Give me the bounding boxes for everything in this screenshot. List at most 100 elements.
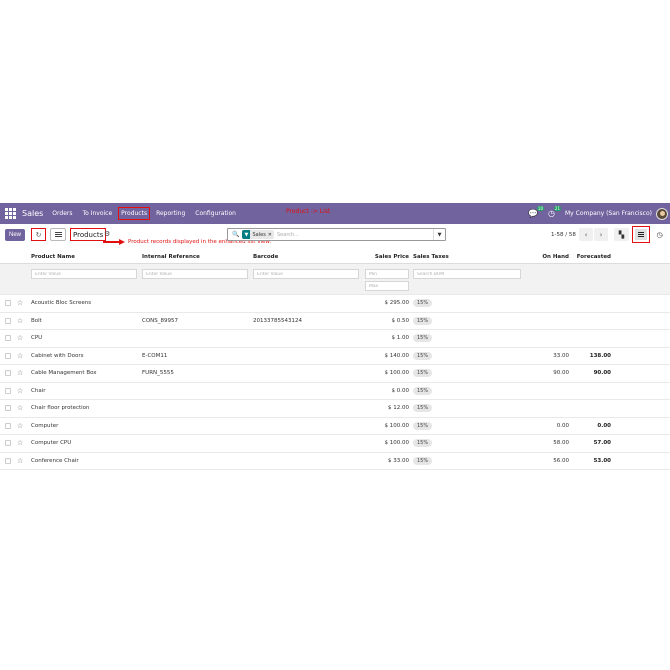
menu-orders[interactable]: Orders — [51, 208, 73, 219]
search-input[interactable] — [277, 231, 397, 238]
col-internal-reference[interactable]: Internal Reference — [142, 250, 200, 263]
cell-forecasted: 90.00 — [593, 370, 611, 377]
caret-down-icon[interactable]: ▼ — [433, 229, 445, 240]
facet-label: Sales — [252, 231, 266, 238]
cell-on-hand — [523, 400, 569, 417]
col-barcode[interactable]: Barcode — [253, 250, 278, 263]
row-checkbox[interactable] — [5, 422, 11, 429]
menu-configuration[interactable]: Configuration — [194, 208, 237, 219]
cell-forecasted — [581, 383, 611, 400]
cell-forecasted: 57.00 — [593, 440, 611, 447]
reload-icon[interactable]: ↻ — [31, 228, 46, 241]
table-row[interactable]: ☆ Computer CPU $ 100.00 15% 58.00 57.00 — [0, 435, 670, 453]
table-row[interactable]: ☆ Computer $ 100.00 15% 0.00 0.00 — [0, 418, 670, 435]
cell-sales-taxes: 15% — [413, 453, 433, 470]
cell-on-hand — [523, 330, 569, 347]
activity-clock-icon[interactable]: ◷ — [652, 228, 667, 241]
close-icon[interactable]: ✕ — [268, 232, 274, 238]
star-icon[interactable]: ☆ — [17, 352, 23, 360]
kanban-icon[interactable]: ▚ — [614, 228, 629, 241]
cell-on-hand: 0.00 — [556, 422, 569, 429]
table-row[interactable]: ☆ Chair $ 0.00 15% — [0, 383, 670, 400]
control-panel: New ↻ Products ⚙ Product records display… — [0, 224, 670, 246]
cell-sales-price: $ 100.00 — [384, 422, 410, 429]
star-icon[interactable]: ☆ — [17, 422, 23, 430]
cell-forecasted — [581, 400, 611, 417]
row-checkbox[interactable] — [5, 300, 11, 307]
table-row[interactable]: ☆ Chair floor protection $ 12.00 15% — [0, 400, 670, 418]
col-on-hand[interactable]: On Hand — [523, 250, 569, 263]
filter-name-input[interactable] — [31, 269, 137, 279]
row-checkbox[interactable] — [5, 457, 11, 464]
table-row[interactable]: ☆ CPU $ 1.00 15% — [0, 330, 670, 348]
apps-grid-icon[interactable] — [5, 207, 17, 220]
list-icon[interactable] — [50, 228, 66, 241]
row-checkbox[interactable] — [5, 352, 11, 359]
app-brand[interactable]: Sales — [22, 209, 43, 218]
tax-badge: 15% — [413, 404, 433, 413]
cell-on-hand — [523, 383, 569, 400]
table-row[interactable]: ☆ Acoustic Bloc Screens $ 295.00 15% — [0, 295, 670, 313]
row-checkbox[interactable] — [5, 317, 11, 324]
menu-products[interactable]: Products — [118, 207, 151, 220]
cell-sales-price: $ 0.00 — [391, 387, 410, 394]
pager-value[interactable]: 1-58 / 58 — [551, 232, 576, 238]
star-icon[interactable]: ☆ — [17, 334, 23, 342]
star-icon[interactable]: ☆ — [17, 369, 23, 377]
cell-on-hand: 33.00 — [553, 352, 569, 359]
star-icon[interactable]: ☆ — [17, 317, 23, 325]
row-checkbox[interactable] — [5, 387, 11, 394]
gear-icon[interactable]: ⚙ — [104, 230, 110, 238]
chevron-left-icon[interactable]: ‹ — [579, 228, 593, 241]
star-icon[interactable]: ☆ — [17, 439, 23, 447]
row-checkbox[interactable] — [5, 335, 11, 342]
filter-ref-input[interactable] — [142, 269, 248, 279]
star-icon[interactable]: ☆ — [17, 299, 23, 307]
table-row[interactable]: ☆ Bolt CONS_89957 20133785543124 $ 0.50 15% — [0, 313, 670, 330]
company-switcher[interactable]: My Company (San Francisco) — [565, 210, 652, 217]
tax-badge: 15% — [413, 351, 433, 360]
chat-icon[interactable]: 💬 10 — [528, 206, 545, 218]
filter-barcode-input[interactable] — [253, 269, 359, 279]
col-product-name[interactable]: Product Name — [31, 250, 75, 263]
table-row[interactable]: ☆ Conference Chair $ 33.00 15% 56.00 53.00 — [0, 453, 670, 470]
list-view-icon[interactable] — [632, 226, 650, 243]
cell-sales-taxes: 15% — [413, 348, 433, 365]
top-navbar: Sales Orders To Invoice Products Reporti… — [0, 203, 670, 224]
star-icon[interactable]: ☆ — [17, 387, 23, 395]
col-sales-taxes[interactable]: Sales Taxes — [413, 250, 449, 263]
col-sales-price[interactable]: Sales Price — [359, 250, 409, 263]
filter-taxes-input[interactable] — [413, 269, 521, 279]
cell-forecasted — [581, 295, 611, 312]
row-checkbox[interactable] — [5, 440, 11, 447]
chevron-right-icon[interactable]: › — [594, 228, 608, 241]
cell-forecasted — [581, 330, 611, 347]
new-button[interactable]: New — [5, 229, 26, 241]
col-forecasted[interactable]: Forecasted — [577, 250, 611, 263]
breadcrumb: Products — [70, 228, 107, 241]
tax-badge: 15% — [413, 334, 433, 343]
avatar[interactable] — [656, 207, 668, 220]
filter-price-min-input[interactable] — [365, 269, 409, 279]
table-row[interactable]: ☆ Cable Management Box FURN_5555 $ 100.00 15… — [0, 365, 670, 383]
row-checkbox[interactable] — [5, 405, 11, 412]
cell-sales-taxes: 15% — [413, 313, 433, 330]
messages-badge: 10 — [536, 206, 545, 211]
search-facet: ▼ Sales ✕ — [242, 230, 274, 239]
navbar-annotation: Product -> List — [286, 208, 331, 215]
tax-badge: 15% — [413, 386, 433, 395]
row-checkbox[interactable] — [5, 370, 11, 377]
menu-reporting[interactable]: Reporting — [155, 208, 186, 219]
menu-to-invoice[interactable]: To Invoice — [81, 208, 113, 219]
cell-sales-taxes: 15% — [413, 418, 433, 435]
clock-icon[interactable]: ◷ 21 — [548, 206, 561, 218]
tax-badge: 15% — [413, 316, 433, 325]
cell-internal-reference: CONS_89957 — [142, 317, 179, 324]
table-row[interactable]: ☆ Cabinet with Doors E-COM11 $ 140.00 15% 33.… — [0, 348, 670, 365]
cell-sales-price: $ 33.00 — [388, 457, 409, 464]
star-icon[interactable]: ☆ — [17, 457, 23, 465]
star-icon[interactable]: ☆ — [17, 404, 23, 412]
search-icon[interactable]: 🔍 — [232, 231, 239, 238]
filter-price-max-input[interactable] — [365, 281, 409, 291]
cell-product-name: Acoustic Bloc Screens — [31, 300, 92, 307]
